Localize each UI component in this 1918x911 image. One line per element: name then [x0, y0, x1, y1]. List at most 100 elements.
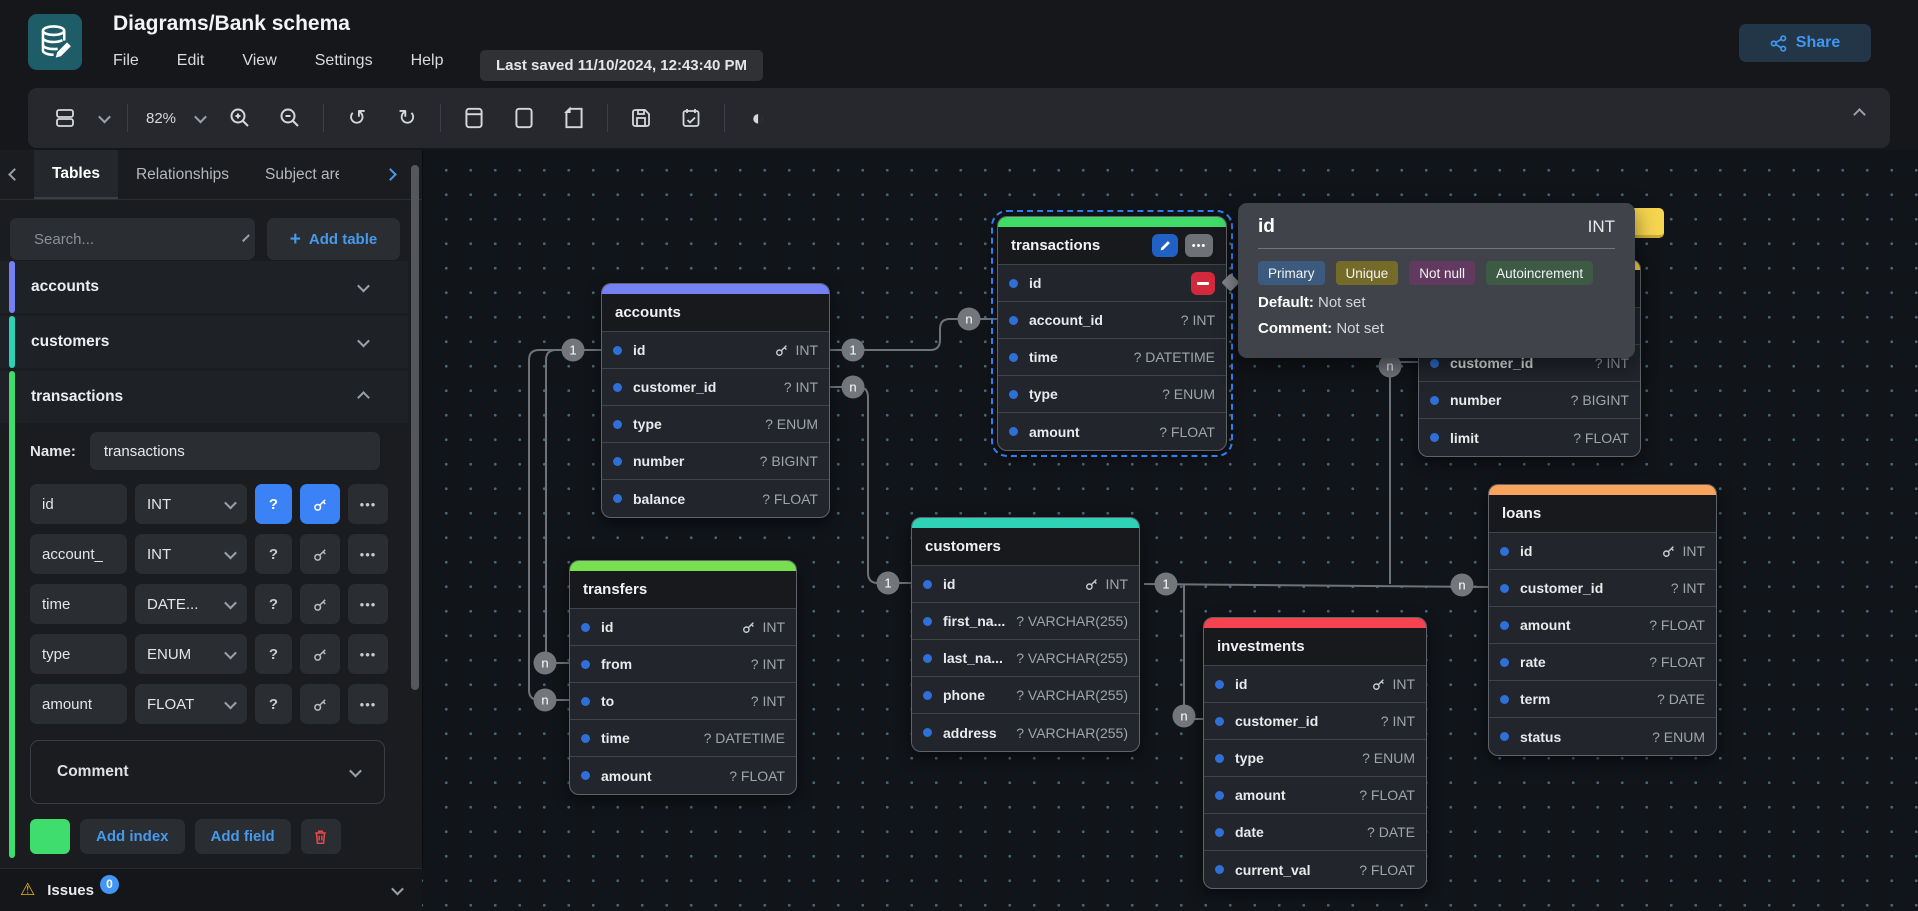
- delete-table-button[interactable]: [301, 819, 341, 854]
- table-search[interactable]: [10, 218, 255, 260]
- table-more-button[interactable]: •••: [1185, 234, 1213, 257]
- field-more-button[interactable]: •••: [348, 584, 388, 624]
- table-loans[interactable]: loans idINT customer_id? INT amount? FLO…: [1488, 484, 1717, 756]
- add-index-button[interactable]: Add index: [80, 819, 185, 854]
- field-row[interactable]: customer_id? INT: [1489, 570, 1716, 607]
- table-transfers[interactable]: transfers idINT from? INT to? INT time? …: [569, 560, 797, 795]
- undo-icon[interactable]: ↺: [342, 103, 372, 133]
- field-row[interactable]: rate? FLOAT: [1489, 644, 1716, 681]
- tab-subject-areas[interactable]: Subject areas: [247, 150, 357, 199]
- field-row[interactable]: balance? FLOAT: [602, 480, 829, 517]
- field-row[interactable]: number? BIGINT: [1419, 382, 1640, 419]
- field-row[interactable]: time? DATETIME: [570, 720, 796, 757]
- field-more-button[interactable]: •••: [348, 484, 388, 524]
- field-name-button[interactable]: account_: [30, 534, 127, 574]
- primary-key-toggle[interactable]: [300, 584, 340, 624]
- field-row[interactable]: number? BIGINT: [602, 443, 829, 480]
- search-input[interactable]: [32, 230, 235, 249]
- issues-chevron-icon[interactable]: [391, 882, 404, 895]
- field-more-button[interactable]: •••: [348, 684, 388, 724]
- field-row[interactable]: idINT: [570, 609, 796, 646]
- comment-section[interactable]: Comment: [30, 740, 385, 804]
- menu-edit[interactable]: Edit: [177, 52, 205, 70]
- primary-key-toggle[interactable]: [300, 534, 340, 574]
- nullable-toggle[interactable]: ?: [255, 684, 292, 724]
- table-transactions[interactable]: transactions ••• id account_id? INT time…: [997, 216, 1227, 451]
- field-row[interactable]: amount? FLOAT: [998, 413, 1226, 450]
- table-customers[interactable]: customers idINT first_na...? VARCHAR(255…: [911, 517, 1140, 752]
- zoom-level[interactable]: 82%: [146, 110, 176, 127]
- field-row[interactable]: phone? VARCHAR(255): [912, 677, 1139, 714]
- field-name-button[interactable]: amount: [30, 684, 127, 724]
- menu-view[interactable]: View: [242, 52, 276, 70]
- menu-settings[interactable]: Settings: [315, 52, 373, 70]
- field-more-button[interactable]: •••: [348, 634, 388, 674]
- field-row-hovered[interactable]: id: [998, 265, 1226, 302]
- save-icon[interactable]: [626, 103, 656, 133]
- field-row[interactable]: address? VARCHAR(255): [912, 714, 1139, 751]
- field-row[interactable]: time? DATETIME: [998, 339, 1226, 376]
- zoom-in-icon[interactable]: [225, 103, 255, 133]
- field-row[interactable]: amount? FLOAT: [570, 757, 796, 794]
- field-row[interactable]: current_val? FLOAT: [1204, 851, 1426, 888]
- sidebar-item-customers[interactable]: customers: [0, 316, 408, 368]
- field-type-select[interactable]: INT: [135, 484, 247, 524]
- redo-icon[interactable]: ↻: [392, 103, 422, 133]
- field-row[interactable]: customer_id? INT: [602, 369, 829, 406]
- expand-chevron-icon[interactable]: [357, 279, 370, 292]
- add-field-button[interactable]: Add field: [195, 819, 291, 854]
- edit-table-button[interactable]: [1152, 234, 1178, 257]
- table-accounts[interactable]: accounts idINT customer_id? INT type? EN…: [601, 283, 830, 518]
- field-row[interactable]: last_na...? VARCHAR(255): [912, 640, 1139, 677]
- field-row[interactable]: type? ENUM: [1204, 740, 1426, 777]
- field-type-select[interactable]: INT: [135, 534, 247, 574]
- nullable-toggle[interactable]: ?: [255, 534, 292, 574]
- add-table-button[interactable]: + Add table: [267, 218, 400, 260]
- app-logo-icon[interactable]: [28, 14, 82, 70]
- nullable-toggle[interactable]: ?: [255, 584, 292, 624]
- tabs-scroll-left-icon[interactable]: [8, 168, 21, 181]
- field-row[interactable]: amount? FLOAT: [1204, 777, 1426, 814]
- tab-tables[interactable]: Tables: [34, 150, 118, 199]
- zoom-out-icon[interactable]: [275, 103, 305, 133]
- field-row[interactable]: limit? FLOAT: [1419, 419, 1640, 456]
- field-type-select[interactable]: ENUM: [135, 634, 247, 674]
- field-row[interactable]: account_id? INT: [998, 302, 1226, 339]
- field-name-button[interactable]: time: [30, 584, 127, 624]
- primary-key-toggle[interactable]: [300, 634, 340, 674]
- field-row[interactable]: term? DATE: [1489, 681, 1716, 718]
- primary-key-toggle[interactable]: [300, 484, 340, 524]
- table-name-input[interactable]: [90, 432, 380, 470]
- field-row[interactable]: status? ENUM: [1489, 718, 1716, 755]
- delete-field-button[interactable]: [1191, 272, 1215, 295]
- primary-key-toggle[interactable]: [300, 684, 340, 724]
- collapse-toolbar-icon[interactable]: [1853, 108, 1866, 121]
- expand-chevron-icon[interactable]: [357, 334, 370, 347]
- field-row[interactable]: idINT: [1204, 666, 1426, 703]
- field-row[interactable]: idINT: [912, 566, 1139, 603]
- search-dropdown-chevron-icon[interactable]: [242, 234, 250, 242]
- field-row[interactable]: date? DATE: [1204, 814, 1426, 851]
- field-row[interactable]: to? INT: [570, 683, 796, 720]
- tabs-scroll-right-icon[interactable]: [384, 168, 397, 181]
- field-name-button[interactable]: id: [30, 484, 127, 524]
- zoom-dropdown-chevron-icon[interactable]: [194, 110, 207, 123]
- field-row[interactable]: first_na...? VARCHAR(255): [912, 603, 1139, 640]
- sidebar-scrollbar[interactable]: [411, 165, 419, 690]
- field-row[interactable]: type? ENUM: [998, 376, 1226, 413]
- sidebar-item-accounts[interactable]: accounts: [0, 261, 408, 313]
- layout-dropdown-chevron-icon[interactable]: [98, 110, 111, 123]
- add-note-icon[interactable]: [509, 103, 539, 133]
- field-row[interactable]: idINT: [602, 332, 829, 369]
- menu-file[interactable]: File: [113, 52, 139, 70]
- field-type-select[interactable]: FLOAT: [135, 684, 247, 724]
- field-name-button[interactable]: type: [30, 634, 127, 674]
- nullable-toggle[interactable]: ?: [255, 634, 292, 674]
- collapse-chevron-icon[interactable]: [357, 391, 370, 404]
- layout-icon[interactable]: [50, 103, 80, 133]
- field-row[interactable]: customer_id? INT: [1204, 703, 1426, 740]
- theme-toggle-icon[interactable]: ◐: [743, 103, 773, 133]
- add-area-icon[interactable]: [559, 103, 589, 133]
- field-type-select[interactable]: DATE...: [135, 584, 247, 624]
- table-color-swatch[interactable]: [30, 819, 70, 854]
